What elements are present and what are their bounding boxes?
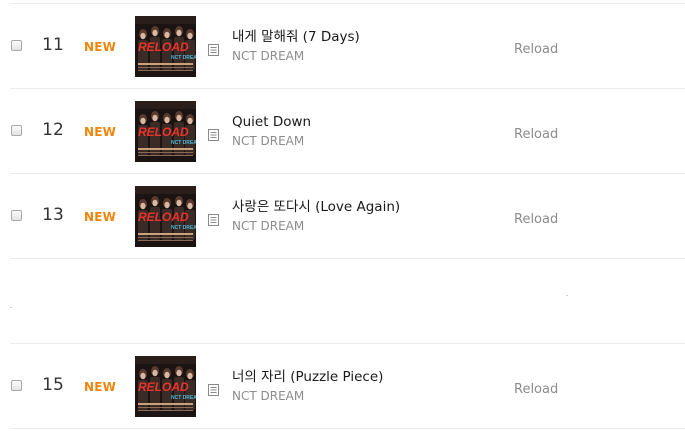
new-badge: NEW [84,380,117,394]
album-name[interactable]: Reload [514,42,558,58]
lyrics-icon[interactable] [208,381,219,396]
row-divider [10,428,685,429]
svg-text:NCT DREAM: NCT DREAM [171,55,196,61]
row-checkbox[interactable] [11,210,22,221]
new-badge: NEW [84,40,117,54]
rank-number: 15 [42,375,64,395]
rank-number: 11 [42,35,64,55]
lyrics-icon[interactable] [208,211,219,226]
song-title[interactable]: Quiet Down [232,114,311,130]
artist-name[interactable]: NCT DREAM [232,219,304,233]
svg-text:NCT DREAM: NCT DREAM [171,140,196,146]
artist-name[interactable]: NCT DREAM [232,49,304,63]
table-row[interactable]: 13 NEW RELOAD NCT DREAM 사랑은 또다시 (Love Ag… [0,174,685,258]
album-cover[interactable]: RELOAD NCT DREAM [135,101,196,162]
table-row[interactable]: 12 NEW RELOAD NCT DREAM Quiet Down NCT D… [0,89,685,173]
album-cover[interactable]: RELOAD NCT DREAM [135,186,196,247]
svg-text:RELOAD: RELOAD [138,380,189,394]
row-checkbox[interactable] [11,40,22,51]
song-title[interactable]: 너의 자리 (Puzzle Piece) [232,369,383,385]
lyrics-icon[interactable] [208,41,219,56]
svg-text:RELOAD: RELOAD [138,40,189,54]
svg-text:NCT DREAM: NCT DREAM [171,225,196,231]
album-cover[interactable]: RELOAD NCT DREAM [135,356,196,417]
song-title[interactable]: 사랑은 또다시 (Love Again) [232,199,400,215]
song-title[interactable]: 내게 말해줘 (7 Days) [232,29,360,45]
album-name[interactable]: Reload [514,127,558,143]
new-badge: NEW [84,125,117,139]
row-checkbox[interactable] [11,125,22,136]
blank-row-artifact [10,307,12,308]
row-checkbox[interactable] [11,380,22,391]
album-name[interactable]: Reload [514,382,558,398]
artist-name[interactable]: NCT DREAM [232,134,304,148]
svg-text:RELOAD: RELOAD [138,125,189,139]
rank-number: 13 [42,205,64,225]
album-cover[interactable]: RELOAD NCT DREAM [135,16,196,77]
blank-row-artifact [566,295,568,296]
artist-name[interactable]: NCT DREAM [232,389,304,403]
svg-text:NCT DREAM: NCT DREAM [171,395,196,401]
svg-text:RELOAD: RELOAD [138,210,189,224]
table-row[interactable]: 11 NEW RELOAD NCT DREAM 내게 말해줘 (7 Days) … [0,4,685,88]
chart-list: 11 NEW RELOAD NCT DREAM 내게 말해줘 (7 Days) … [0,0,685,431]
new-badge: NEW [84,210,117,224]
row-divider [10,258,685,259]
lyrics-icon[interactable] [208,126,219,141]
rank-number: 12 [42,120,64,140]
table-row[interactable]: 15 NEW RELOAD NCT DREAM 너의 자리 (Puzzle Pi… [0,344,685,428]
album-name[interactable]: Reload [514,212,558,228]
